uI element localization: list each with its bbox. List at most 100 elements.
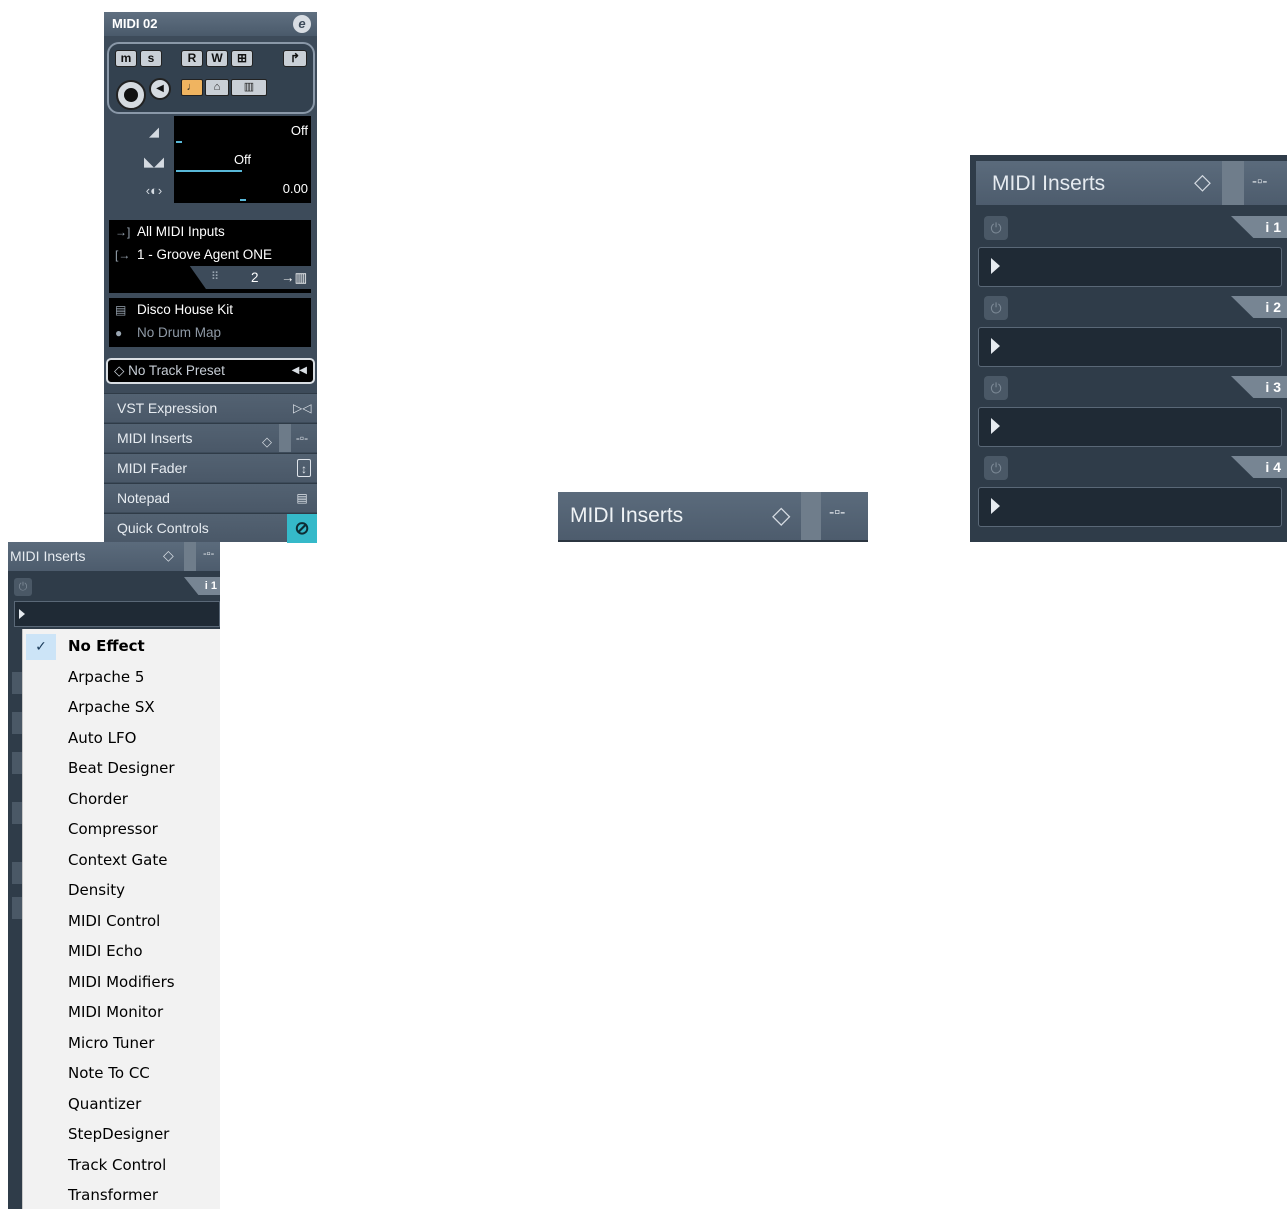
drum-map-row[interactable]: ● No Drum Map <box>109 321 311 344</box>
edit-in-place-button[interactable]: ⊞ <box>231 50 253 67</box>
menu-item[interactable]: Compressor <box>23 814 221 844</box>
menu-item-label: Note To CC <box>68 1064 150 1082</box>
midi-inserts-header[interactable]: MIDI Inserts ◇ -▫- <box>8 542 220 571</box>
input-label: All MIDI Inputs <box>137 224 225 239</box>
menu-item[interactable]: Beat Designer <box>23 753 221 783</box>
bypass-toggle[interactable] <box>279 424 291 452</box>
menu-item-no-effect[interactable]: ✓ No Effect <box>23 631 221 661</box>
menu-item-label: MIDI Control <box>68 912 161 930</box>
output-routing[interactable]: [→ 1 - Groove Agent ONE <box>109 243 311 266</box>
menu-item[interactable]: MIDI Monitor <box>23 997 221 1027</box>
lane-display-icon[interactable]: ▥ <box>231 79 267 96</box>
power-icon[interactable]: ⏻ <box>984 456 1008 480</box>
menu-item[interactable]: Transformer <box>23 1180 221 1209</box>
section-midi-inserts[interactable]: MIDI Inserts ◇ -▫- <box>104 423 317 452</box>
freeze-button[interactable]: ↱ <box>283 50 307 67</box>
menu-item[interactable]: Auto LFO <box>23 723 221 753</box>
power-icon[interactable]: ⏻ <box>984 216 1008 240</box>
menu-item[interactable]: MIDI Modifiers <box>23 967 221 997</box>
section-label: Notepad <box>117 490 170 506</box>
section-label: MIDI Inserts <box>10 548 86 564</box>
musical-time-icon[interactable]: ♩ <box>181 79 203 96</box>
quick-controls-knob-icon[interactable]: ⊘ <box>287 514 317 543</box>
insert-slot-1[interactable] <box>14 601 220 627</box>
section-label: VST Expression <box>117 400 218 416</box>
midi-inserts-header-zoomed[interactable]: MIDI Inserts ◇ -▫- <box>558 492 868 542</box>
read-automation-button[interactable]: R <box>181 50 203 67</box>
bypass-toggle[interactable] <box>1222 161 1244 205</box>
menu-item-label: Chorder <box>68 790 128 808</box>
menu-item-label: StepDesigner <box>68 1125 170 1143</box>
preset-diamond-icon[interactable]: ◇ <box>163 547 174 564</box>
checkmark-icon: ✓ <box>26 634 56 660</box>
midi-inserts-header[interactable]: MIDI Inserts ◇ -▫- <box>976 161 1287 205</box>
menu-item[interactable]: Context Gate <box>23 845 221 875</box>
insert-icon: -▫- <box>295 431 309 445</box>
track-preset-field[interactable]: ◇ No Track Preset ◀◀ <box>106 358 315 384</box>
channel-value[interactable]: 2 <box>251 266 259 289</box>
insert-slot-4-header: ⏻ i 4 <box>978 453 1287 483</box>
preset-diamond-icon[interactable]: ◇ <box>1194 169 1211 195</box>
edit-channel-icon[interactable]: e <box>293 15 311 33</box>
menu-item[interactable]: Micro Tuner <box>23 1028 221 1058</box>
section-label: MIDI Inserts <box>117 430 193 446</box>
insert-slot-2-header: ⏻ i 2 <box>978 293 1287 323</box>
track-controls: m s R W ⊞ ↱ ◀ ♩ ⌂ ▥ <box>107 42 315 114</box>
insert-slot-3[interactable] <box>978 407 1282 447</box>
menu-item[interactable]: StepDesigner <box>23 1119 221 1149</box>
insert-slot-1[interactable] <box>978 247 1282 287</box>
menu-item[interactable]: Quantizer <box>23 1089 221 1119</box>
section-label: MIDI Inserts <box>992 172 1106 195</box>
drum-kit-row[interactable]: ▤ Disco House Kit <box>109 298 311 321</box>
volume-field[interactable]: Off <box>174 116 311 145</box>
lock-icon[interactable]: ⌂ <box>205 79 229 96</box>
pan-field[interactable]: 0.00 <box>174 174 311 203</box>
section-midi-fader[interactable]: MIDI Fader ↕ <box>104 453 317 482</box>
track-name[interactable]: MIDI 02 <box>112 16 158 31</box>
slot-tab: i 4 <box>1231 456 1287 478</box>
menu-item[interactable]: Note To CC <box>23 1058 221 1088</box>
power-icon[interactable]: ⏻ <box>984 376 1008 400</box>
drum-map-label: No Drum Map <box>137 325 222 340</box>
play-arrow-icon <box>991 338 1000 354</box>
transpose-field[interactable]: Off <box>174 145 311 174</box>
write-automation-button[interactable]: W <box>206 50 228 67</box>
mute-button[interactable]: m <box>115 50 137 67</box>
power-icon[interactable]: ⏻ <box>984 296 1008 320</box>
solo-button[interactable]: s <box>140 50 162 67</box>
pan-value: 0.00 <box>282 181 308 196</box>
track-preset-label: No Track Preset <box>128 363 225 378</box>
power-icon[interactable]: ⏻ <box>14 578 32 596</box>
section-vst-expression[interactable]: VST Expression ▷◁ <box>104 393 317 422</box>
menu-item[interactable]: Arpache 5 <box>23 662 221 692</box>
volume-bar <box>176 141 182 143</box>
insert-effects-menu: ✓ No Effect Arpache 5 Arpache SX Auto LFO… <box>22 629 220 1209</box>
menu-item[interactable]: Density <box>23 875 221 905</box>
input-routing[interactable]: →] All MIDI Inputs <box>109 220 311 243</box>
edit-instrument-icon[interactable]: →▥ <box>281 266 307 289</box>
section-label: MIDI Inserts <box>570 504 684 527</box>
menu-item[interactable]: Arpache SX <box>23 692 221 722</box>
bypass-toggle[interactable] <box>801 492 821 540</box>
menu-item[interactable]: Track Control <box>23 1150 221 1180</box>
channel-row: ⠿ 2 →▥ <box>189 266 311 289</box>
monitor-button[interactable]: ◀ <box>149 78 171 100</box>
menu-item-label: MIDI Monitor <box>68 1003 164 1021</box>
section-notepad[interactable]: Notepad ▤ <box>104 483 317 512</box>
menu-item[interactable]: MIDI Echo <box>23 936 221 966</box>
menu-item-label: Context Gate <box>68 851 168 869</box>
preset-arrows-icon[interactable]: ◀◀ <box>292 360 307 382</box>
slot-tab: i 1 <box>1231 216 1287 238</box>
menu-item-label: Track Control <box>68 1156 167 1174</box>
record-enable-button[interactable] <box>116 80 146 110</box>
section-quick-controls[interactable]: Quick Controls ⊘ <box>104 513 317 543</box>
bypass-toggle[interactable] <box>184 542 196 571</box>
preset-diamond-icon[interactable]: ◇ <box>772 501 790 530</box>
menu-item[interactable]: MIDI Control <box>23 906 221 936</box>
preset-diamond-icon[interactable]: ◇ <box>262 428 272 456</box>
insert-slot-2[interactable] <box>978 327 1282 367</box>
insert-slot-4[interactable] <box>978 487 1282 527</box>
menu-item-label: Compressor <box>68 820 158 838</box>
pan-bar <box>240 199 246 201</box>
menu-item[interactable]: Chorder <box>23 784 221 814</box>
